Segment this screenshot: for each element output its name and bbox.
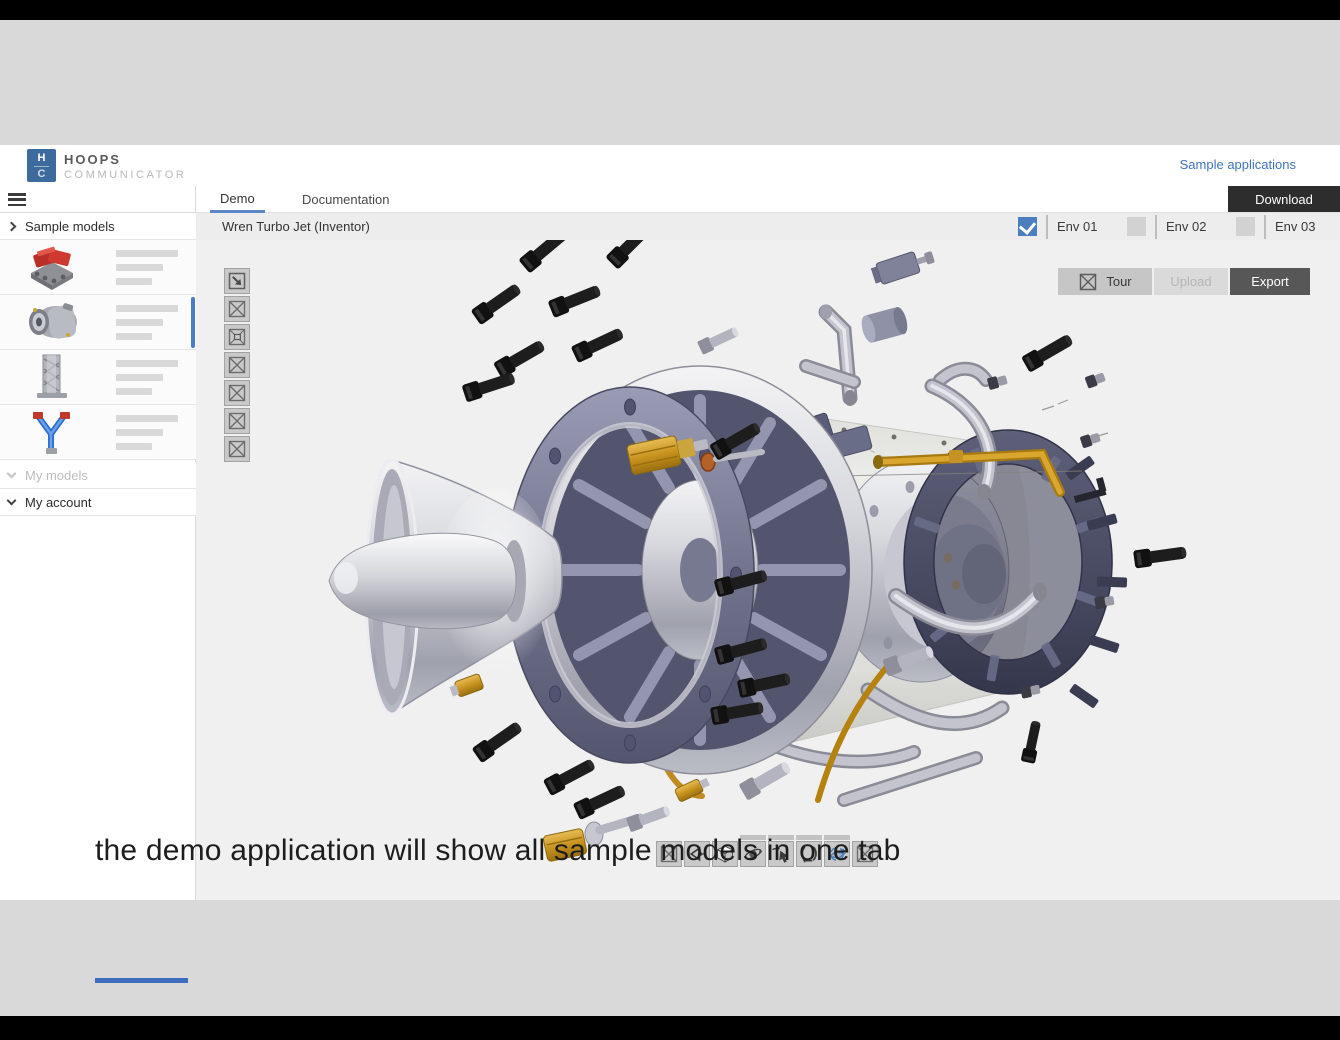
- viewer-canvas[interactable]: Tour Upload Export: [196, 240, 1340, 900]
- model-list-item-v8-engine[interactable]: [0, 240, 196, 295]
- chevron-down-icon: [7, 468, 17, 478]
- sidebar-item-my-account[interactable]: My account: [0, 489, 196, 516]
- fit-view-arrow-icon[interactable]: [224, 268, 250, 294]
- sidebar: Sample models: [0, 186, 196, 900]
- model-text-placeholder: [116, 305, 178, 340]
- model-text-placeholder: [116, 415, 178, 450]
- divider: [1046, 215, 1048, 239]
- env-02-option: Env 02: [1121, 213, 1227, 240]
- red-v8-engine-thumbnail: [22, 243, 82, 291]
- divider: [1155, 215, 1157, 239]
- stage-background: H C HOOPS COMMUNICATOR Sample applicatio…: [0, 20, 1340, 1016]
- tour-label: Tour: [1106, 274, 1131, 289]
- logo-letter-c: C: [38, 167, 46, 180]
- placeholder-x-icon[interactable]: [224, 352, 250, 378]
- viewer-action-buttons: Tour Upload Export: [1058, 268, 1310, 295]
- lattice-tower-thumbnail: [22, 353, 82, 401]
- divider: [1264, 215, 1266, 239]
- turbo-jet-engine-thumbnail: [22, 298, 82, 346]
- top-letterbox-bar: [0, 0, 1340, 20]
- model-title: Wren Turbo Jet (Inventor): [222, 219, 370, 234]
- logo-letter-h: H: [34, 151, 50, 167]
- slide-caption: the demo application will show all sampl…: [95, 834, 901, 868]
- sidebar-item-my-models[interactable]: My models: [0, 462, 196, 489]
- my-account-label: My account: [25, 495, 91, 510]
- model-list-item-lattice-tower[interactable]: [0, 350, 196, 405]
- placeholder-x-icon[interactable]: [224, 380, 250, 406]
- hamburger-menu-icon[interactable]: [8, 193, 26, 206]
- image-placeholder-icon[interactable]: [224, 324, 250, 350]
- list-scroll-indicator[interactable]: [191, 297, 195, 348]
- chevron-down-icon: [7, 495, 17, 505]
- export-button[interactable]: Export: [1230, 268, 1310, 295]
- tab-demo[interactable]: Demo: [210, 186, 265, 213]
- sidebar-item-sample-models[interactable]: Sample models: [0, 213, 196, 240]
- model-text-placeholder: [116, 360, 178, 395]
- model-text-placeholder: [116, 250, 178, 285]
- placeholder-x-icon[interactable]: [224, 408, 250, 434]
- env-03-option: Env 03: [1230, 213, 1336, 240]
- sample-applications-link[interactable]: Sample applications: [1180, 157, 1296, 172]
- main-panel: Demo Documentation Download Wren Turbo J…: [196, 186, 1340, 900]
- sidebar-menu-row: [0, 186, 196, 213]
- app-header: H C HOOPS COMMUNICATOR Sample applicatio…: [0, 145, 1340, 186]
- tour-button[interactable]: Tour: [1058, 268, 1152, 295]
- model-list-item-blue-bracket[interactable]: [0, 405, 196, 460]
- upload-button[interactable]: Upload: [1154, 268, 1228, 295]
- download-button[interactable]: Download: [1228, 186, 1340, 212]
- placeholder-x-icon: [1078, 272, 1098, 292]
- env-01-checkbox[interactable]: [1018, 217, 1037, 236]
- env-03-checkbox[interactable]: [1236, 217, 1255, 236]
- sample-models-label: Sample models: [25, 219, 115, 234]
- bottom-letterbox-bar: [0, 1016, 1340, 1040]
- caption-underline: [95, 978, 188, 983]
- engine-3d-model[interactable]: [196, 240, 1340, 900]
- tab-documentation[interactable]: Documentation: [292, 186, 399, 213]
- placeholder-x-icon[interactable]: [224, 436, 250, 462]
- my-models-label: My models: [25, 468, 88, 483]
- env-01-option: Env 01: [1012, 213, 1118, 240]
- hoops-logo: H C: [27, 149, 56, 182]
- tab-bar: Demo Documentation Download: [196, 186, 1340, 213]
- sample-model-list: [0, 240, 196, 462]
- brand-text: HOOPS COMMUNICATOR: [64, 152, 186, 181]
- model-bar: Wren Turbo Jet (Inventor) Env 01 Env 02: [196, 213, 1340, 240]
- app-window: H C HOOPS COMMUNICATOR Sample applicatio…: [0, 145, 1340, 900]
- env-02-checkbox[interactable]: [1127, 217, 1146, 236]
- viewer-left-toolbar: [224, 268, 250, 462]
- environment-switcher: Env 01 Env 02 Env 03: [1009, 213, 1336, 240]
- chevron-right-icon: [7, 221, 17, 231]
- model-list-item-turbo-jet[interactable]: [0, 295, 196, 350]
- placeholder-x-icon[interactable]: [224, 296, 250, 322]
- blue-bracket-thumbnail: [22, 408, 82, 456]
